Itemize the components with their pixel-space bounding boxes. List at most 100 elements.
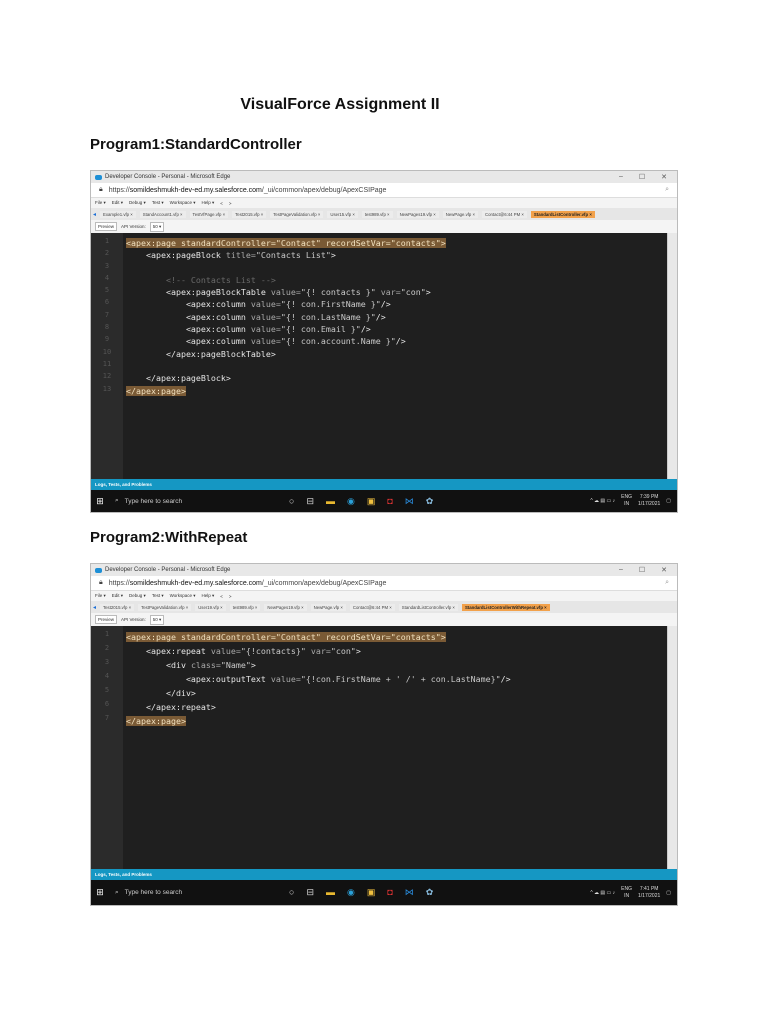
- clock-time[interactable]: 7:39 PM: [640, 494, 659, 500]
- vscode-icon[interactable]: ⋈: [405, 887, 414, 898]
- file-tab[interactable]: NewPage.vfp ×: [442, 210, 479, 218]
- file-tab[interactable]: User15.vfp ×: [327, 210, 358, 218]
- file-explorer-icon[interactable]: ▬: [326, 887, 335, 898]
- logs-panel-bar[interactable]: Logs, Tests, and Problems: [91, 869, 677, 880]
- code-editor[interactable]: 1 2 3 4 5 6 7 8 9 10 11 12 13 <apex:page standardCont…: [91, 233, 677, 479]
- windows-start-icon[interactable]: ⊞: [91, 887, 109, 898]
- code-area[interactable]: <apex:page standardController="Contact" …: [123, 233, 667, 479]
- file-tab[interactable]: User19.vfp ×: [195, 603, 226, 611]
- file-tab[interactable]: NewPages19.vfp ×: [396, 210, 439, 218]
- file-tab[interactable]: StandardListController.vfp ×: [530, 210, 595, 218]
- vertical-scrollbar[interactable]: [667, 233, 677, 479]
- maximize-icon[interactable]: ☐: [639, 566, 645, 574]
- preview-button[interactable]: Preview: [95, 222, 118, 231]
- cortana-icon[interactable]: ○: [289, 887, 294, 898]
- menu-item[interactable]: Test ▾: [152, 200, 164, 206]
- file-tab[interactable]: Test2015.vfp ×: [232, 210, 267, 218]
- menu-item[interactable]: >: [229, 201, 232, 206]
- file-tab[interactable]: Test2015.vfp ×: [100, 603, 135, 611]
- close-icon[interactable]: ✕: [661, 566, 667, 574]
- file-tab-label: NewPage.vfp: [313, 604, 340, 610]
- windows-start-icon[interactable]: ⊞: [91, 496, 109, 507]
- app-icon[interactable]: ✿: [426, 887, 434, 898]
- file-tab[interactable]: StandAccount1.vfp ×: [139, 210, 186, 218]
- language[interactable]: ENG: [621, 886, 632, 892]
- mcafee-icon[interactable]: ◘: [387, 496, 392, 507]
- code-line: <apex:pageBlock title="Contacts List">: [126, 249, 667, 261]
- minimize-icon[interactable]: –: [619, 173, 623, 181]
- file-tab[interactable]: TestVfPage.vfp ×: [189, 210, 229, 218]
- file-tab[interactable]: Contact@6:44 PM ×: [482, 210, 527, 218]
- tray-icons[interactable]: ^ ☁ ▤ ▭ ♪: [590, 890, 615, 896]
- cortana-icon[interactable]: ○: [289, 496, 294, 507]
- close-icon[interactable]: ✕: [661, 173, 667, 181]
- address-bar[interactable]: 🔒︎ https://somildeshmukh-dev-ed.my.salesf…: [91, 576, 677, 591]
- file-tab[interactable]: TestPageValidation.vfp ×: [138, 603, 192, 611]
- code-token: var=: [305, 646, 331, 656]
- store-icon[interactable]: ▣: [367, 496, 376, 507]
- menu-item[interactable]: Edit ▾: [112, 200, 123, 206]
- maximize-icon[interactable]: ☐: [639, 173, 645, 181]
- file-tab[interactable]: Contact@6:44 PM ×: [349, 603, 395, 611]
- region: IN: [624, 892, 630, 899]
- file-tab-label: TestPageValidation.vfp: [141, 604, 185, 610]
- edge-icon[interactable]: ◉: [347, 496, 355, 507]
- address-bar[interactable]: 🔒︎ https://somildeshmukh-dev-ed.my.salesf…: [91, 183, 677, 198]
- code-token: >: [330, 250, 336, 261]
- taskbar-search[interactable]: ⌕ Type here to search: [109, 880, 259, 905]
- code-token: var=: [375, 287, 401, 298]
- mcafee-icon[interactable]: ◘: [387, 887, 392, 898]
- menu-item[interactable]: Help ▾: [202, 200, 215, 206]
- menu-item[interactable]: Help ▾: [202, 593, 215, 599]
- menu-item[interactable]: Workspace ▾: [170, 593, 196, 599]
- api-version-select[interactable]: 50 ▾: [149, 614, 165, 625]
- preview-button[interactable]: Preview: [95, 615, 118, 624]
- menu-item[interactable]: >: [229, 594, 232, 599]
- vertical-scrollbar[interactable]: [667, 626, 677, 869]
- edge-icon[interactable]: ◉: [347, 887, 355, 898]
- menu-item[interactable]: File ▾: [95, 200, 106, 206]
- notifications-icon[interactable]: ▢: [666, 498, 671, 504]
- tab-scroll-left-icon[interactable]: ◂: [93, 604, 96, 611]
- file-tab[interactable]: TestPageValidation.vfp ×: [270, 210, 324, 218]
- notifications-icon[interactable]: ▢: [666, 890, 671, 896]
- file-tab[interactable]: test989.vfp ×: [229, 603, 261, 611]
- file-tab[interactable]: StandardListControllerWithRepeat.vfp ×: [461, 603, 550, 611]
- salesforce-icon: [95, 174, 102, 180]
- menu-item[interactable]: <: [220, 594, 223, 599]
- store-icon[interactable]: ▣: [367, 887, 376, 898]
- logs-panel-bar[interactable]: Logs, Tests, and Problems: [91, 479, 677, 490]
- file-tab[interactable]: NewPages19.vfp ×: [264, 603, 307, 611]
- taskbar-search[interactable]: ⌕ Type here to search: [109, 490, 259, 512]
- tab-scroll-left-icon[interactable]: ◂: [93, 211, 96, 218]
- editor-toolbar: Preview API Version: 50 ▾: [91, 220, 677, 233]
- file-tab[interactable]: Example1.vfp ×: [100, 210, 136, 218]
- menu-item[interactable]: Edit ▾: [112, 593, 123, 599]
- api-version-select[interactable]: 50 ▾: [149, 221, 165, 232]
- task-view-icon[interactable]: ⊟: [306, 887, 314, 898]
- language[interactable]: ENG: [621, 494, 632, 500]
- code-area[interactable]: <apex:page standardController="Contact" …: [123, 626, 667, 869]
- menu-item[interactable]: Test ▾: [152, 593, 164, 599]
- menu-item[interactable]: Debug ▾: [129, 593, 146, 599]
- file-tab[interactable]: NewPage.vfp ×: [310, 603, 346, 611]
- zoom-icon[interactable]: ⌕: [665, 186, 677, 194]
- line-number: 6: [104, 700, 110, 708]
- task-view-icon[interactable]: ⊟: [306, 496, 314, 507]
- clock-time[interactable]: 7:41 PM: [640, 886, 659, 892]
- vscode-icon[interactable]: ⋈: [405, 496, 414, 507]
- app-icon[interactable]: ✿: [426, 496, 434, 507]
- zoom-icon[interactable]: ⌕: [665, 579, 677, 587]
- menu-item[interactable]: <: [220, 201, 223, 206]
- minimize-icon[interactable]: –: [619, 566, 623, 574]
- code-editor[interactable]: 1 2 3 4 5 6 7 <apex:page standardController="Co…: [91, 626, 677, 869]
- menu-item[interactable]: File ▾: [95, 593, 106, 599]
- file-tab[interactable]: test989.vfp ×: [361, 210, 393, 218]
- menu-item[interactable]: Workspace ▾: [170, 200, 196, 206]
- tray-icons[interactable]: ^ ☁ ▤ ▭ ♪: [590, 498, 615, 504]
- file-tab[interactable]: StandardListController.vfp ×: [398, 603, 458, 611]
- file-explorer-icon[interactable]: ▬: [326, 496, 335, 507]
- menu-item[interactable]: Debug ▾: [129, 200, 146, 206]
- file-tab-label: NewPages19.vfp: [267, 604, 300, 610]
